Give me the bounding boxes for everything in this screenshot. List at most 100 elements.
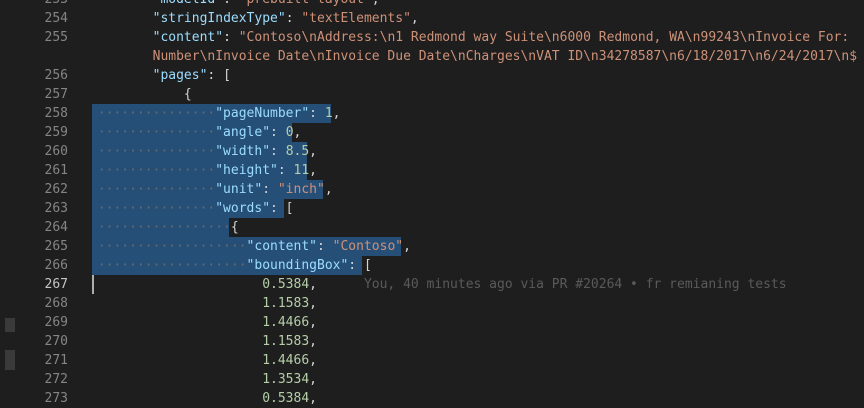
code-editor[interactable]: 253 "modelId": "prebuilt-layout",254 "st… — [0, 0, 864, 408]
code-text: "content": "Contoso\nAddress:\n1 Redmond… — [90, 28, 864, 47]
json-number: 0 — [285, 125, 294, 140]
code-text: ···············"words": [ — [90, 199, 864, 218]
code-line[interactable]: 273 0.5384, — [0, 389, 864, 408]
line-number: 256 — [44, 68, 68, 83]
code-text: 1.3534, — [90, 370, 864, 389]
json-punctuation: , — [309, 277, 317, 292]
code-line[interactable]: Number\nInvoice Date\nInvoice Due Date\n… — [0, 47, 864, 66]
code-line[interactable]: 272 1.3534, — [0, 370, 864, 389]
json-number: 1.1583 — [262, 334, 310, 349]
code-line[interactable]: 258 ···············"pageNumber": 1, — [0, 104, 864, 123]
code-line[interactable]: 270 1.1583, — [0, 332, 864, 351]
json-punctuation: , — [309, 391, 317, 406]
json-number: 1.4466 — [262, 315, 310, 330]
indentation — [90, 11, 153, 26]
line-number: 270 — [44, 334, 68, 349]
indentation — [90, 68, 153, 83]
indentation — [90, 296, 262, 311]
line-number: 261 — [44, 163, 68, 178]
code-line[interactable]: 261 ···············"height": 11, — [0, 161, 864, 180]
json-key: "height" — [215, 163, 278, 178]
code-line[interactable]: 262 ···············"unit": "inch", — [0, 180, 864, 199]
line-number: 254 — [44, 11, 68, 26]
line-number: 273 — [44, 391, 68, 406]
indentation: ··············· — [90, 182, 216, 197]
indentation — [90, 372, 262, 387]
json-punctuation: , — [372, 0, 380, 7]
json-punctuation: { — [230, 220, 239, 235]
indentation — [90, 30, 153, 45]
json-string: "prebuilt-layout" — [239, 0, 372, 7]
indentation — [90, 49, 153, 64]
code-text: { — [90, 85, 864, 104]
indentation: ··············· — [90, 201, 216, 216]
json-punctuation: : — [317, 239, 333, 254]
code-line[interactable]: 268 1.1583, — [0, 294, 864, 313]
indentation: ··············· — [90, 163, 216, 178]
json-key: "pages" — [152, 68, 208, 83]
json-key: "angle" — [215, 125, 271, 140]
line-number: 253 — [0, 0, 68, 9]
json-key: "words" — [215, 201, 271, 216]
line-number: 272 — [44, 372, 68, 387]
code-text: 0.5384, — [90, 389, 864, 408]
code-line[interactable]: 266 ···················"boundingBox": [ — [0, 256, 864, 275]
code-text: 0.5384, You, 40 minutes ago via PR #2026… — [90, 275, 864, 294]
line-number: 266 — [44, 258, 68, 273]
json-key: "modelId" — [153, 0, 223, 7]
indentation: ··················· — [90, 258, 247, 273]
code-line[interactable]: 260 ···············"width": 8.5, — [0, 142, 864, 161]
code-line[interactable]: 259 ···············"angle": 0, — [0, 123, 864, 142]
indentation — [90, 334, 262, 349]
code-line[interactable]: 254 "stringIndexType": "textElements", — [0, 9, 864, 28]
json-string: "inch" — [277, 182, 325, 197]
line-number: 267 — [44, 277, 68, 292]
code-line[interactable]: 253 "modelId": "prebuilt-layout", — [0, 0, 864, 9]
code-text: 1.4466, — [90, 351, 864, 370]
indentation — [90, 391, 262, 406]
json-key: "unit" — [215, 182, 263, 197]
line-number: 269 — [44, 315, 68, 330]
json-number: 1.3534 — [262, 372, 310, 387]
json-string: "Contoso\nAddress:\n1 Redmond way Suite\… — [238, 30, 858, 45]
json-number: 0.5384 — [262, 391, 310, 406]
code-text: Number\nInvoice Date\nInvoice Due Date\n… — [90, 47, 864, 66]
json-number: 1 — [324, 106, 333, 121]
json-punctuation: , — [309, 372, 317, 387]
json-punctuation: : — [223, 0, 239, 7]
code-line[interactable]: 255 "content": "Contoso\nAddress:\n1 Red… — [0, 28, 864, 47]
code-line[interactable]: 267 0.5384, You, 40 minutes ago via PR #… — [0, 275, 864, 294]
json-punctuation: , — [309, 315, 317, 330]
indentation — [90, 0, 153, 7]
code-line[interactable]: 263 ···············"words": [ — [0, 199, 864, 218]
code-text: ···················"boundingBox": [ — [90, 256, 864, 275]
json-key: "boundingBox" — [246, 258, 349, 273]
json-punctuation: : [ — [270, 201, 294, 216]
code-text: ···············"width": 8.5, — [90, 142, 864, 161]
json-punctuation: : [ — [207, 68, 231, 83]
line-number: 268 — [44, 296, 68, 311]
text-cursor — [92, 275, 94, 294]
json-punctuation: , — [309, 144, 317, 159]
code-text: ·················{ — [90, 218, 864, 237]
indentation — [90, 277, 262, 292]
json-punctuation: : — [285, 11, 302, 26]
line-number: 262 — [44, 182, 68, 197]
json-number: 8.5 — [285, 144, 310, 159]
json-number: 1.1583 — [262, 296, 310, 311]
indentation: ··············· — [90, 125, 216, 140]
code-line[interactable]: 265 ···················"content": "Conto… — [0, 237, 864, 256]
code-line[interactable]: 257 { — [0, 85, 864, 104]
code-line[interactable]: 269 1.4466, — [0, 313, 864, 332]
indentation: ··················· — [90, 239, 247, 254]
code-text: "modelId": "prebuilt-layout", — [90, 0, 864, 9]
json-punctuation: , — [324, 182, 333, 197]
code-line[interactable]: 271 1.4466, — [0, 351, 864, 370]
code-text: ···············"height": 11, — [90, 161, 864, 180]
line-number: 259 — [44, 125, 68, 140]
json-string: Number\nInvoice Date\nInvoice Due Date\n… — [152, 49, 858, 64]
json-punctuation: : — [309, 106, 325, 121]
code-line[interactable]: 256 "pages": [ — [0, 66, 864, 85]
indentation — [90, 315, 262, 330]
code-line[interactable]: 264 ·················{ — [0, 218, 864, 237]
